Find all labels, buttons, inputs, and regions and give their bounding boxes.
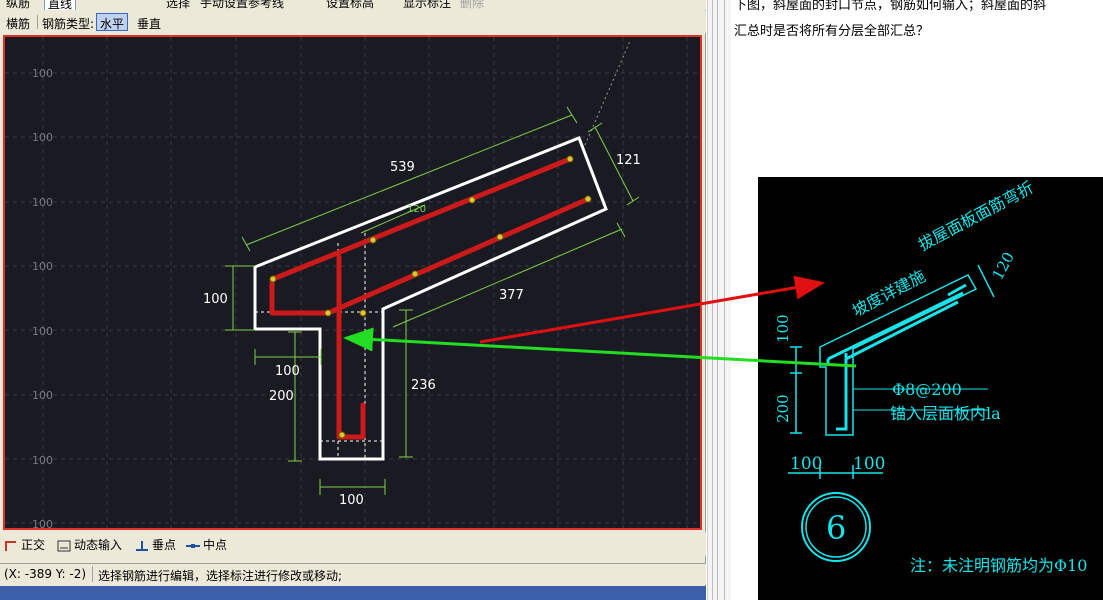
top-toolbar: 纵筋 直线 选择 手动设置参考线 设置标高 显示标注 删除: [0, 0, 706, 10]
dim-100-bottom[interactable]: 100: [339, 493, 364, 508]
heng-jin-button[interactable]: 横筋: [6, 15, 30, 32]
ortho-label: 正交: [21, 538, 46, 552]
status-hint: 选择钢筋进行编辑，选择标注进行修改或移动;: [98, 569, 343, 583]
vertical-option[interactable]: 垂直: [137, 15, 161, 32]
tb-zongjin[interactable]: 纵筋: [6, 0, 30, 10]
dim-small[interactable]: 120: [407, 204, 426, 215]
detail-dim-top: 120: [989, 249, 1018, 283]
detail-text-slope: 坡度详建施: [849, 266, 929, 320]
status-separator: [92, 566, 93, 582]
horizontal-option[interactable]: 水平: [96, 13, 129, 31]
detail-drawing-image: 坡度详建施 拔屋面板面筋弯折 120 100 200 Φ8@200 锚入层面板内…: [758, 177, 1103, 600]
midpoint-toggle[interactable]: 中点: [186, 536, 227, 553]
post-text-line-2: 汇总时是否将所有分层全部汇总？: [734, 24, 930, 39]
window-bottom-edge: [0, 586, 706, 600]
tb-reference-line[interactable]: 手动设置参考线: [200, 0, 284, 10]
perpendicular-label: 垂点: [152, 538, 177, 552]
frame-line: [712, 0, 718, 600]
status-bar: (X: -389 Y: -2) 选择钢筋进行编辑，选择标注进行修改或移动;: [0, 563, 706, 585]
snap-toolbar: 正交 动态输入 垂点 中点: [0, 532, 706, 556]
dynamic-input-icon: [57, 540, 71, 552]
tb-set-elevation[interactable]: 设置标高: [326, 0, 374, 10]
dim-100-left[interactable]: 100: [203, 292, 228, 307]
dim-200[interactable]: 200: [269, 389, 294, 404]
dim-539[interactable]: 539: [390, 160, 415, 175]
perpendicular-toggle[interactable]: 垂点: [135, 536, 176, 553]
section-outline: [253, 136, 608, 461]
question-post: 下图，斜屋面的封口节点，钢筋如何输入；斜屋面的斜 汇总时是否将所有分层全部汇总？: [732, 0, 1103, 600]
dim-121[interactable]: 121: [616, 153, 641, 168]
post-text-line-1: 下图，斜屋面的封口节点，钢筋如何输入；斜屋面的斜: [734, 0, 1047, 13]
grid: [5, 37, 700, 528]
tb-show-labels[interactable]: 显示标注: [403, 0, 451, 10]
midpoint-label: 中点: [203, 538, 228, 552]
rebar-stirrup: [336, 254, 366, 440]
drawing-svg: 100 100 100 100 100 100 100 100 539 121 …: [5, 37, 700, 528]
rebar-type-label: 钢筋类型:: [42, 17, 95, 31]
grid-label: 100: [32, 518, 53, 528]
detail-text-pull: 拔屋面板面筋弯折: [915, 178, 1037, 255]
grid-label: 100: [32, 196, 53, 209]
page-frame-divider: [707, 0, 731, 600]
grid-label: 100: [32, 389, 53, 402]
dynamic-input-label: 动态输入: [74, 538, 123, 552]
tb-line-select[interactable]: 直线: [44, 0, 77, 10]
grid-label: 100: [32, 131, 53, 144]
dim-236[interactable]: 236: [411, 378, 436, 393]
grid-label: 100: [32, 325, 53, 338]
dim-100-bottom-left[interactable]: 100: [275, 364, 300, 379]
coordinate-readout: (X: -389 Y: -2): [4, 567, 87, 581]
ortho-icon: [4, 540, 18, 552]
detail-rebar-spec: Φ8@200: [892, 380, 962, 399]
rebar-type-toolbar: 横筋 钢筋类型: 水平 垂直: [0, 11, 706, 33]
cad-application-window: 纵筋 直线 选择 手动设置参考线 设置标高 显示标注 删除 横筋 钢筋类型: 水…: [0, 0, 706, 600]
rebar-top: [270, 156, 573, 282]
detail-svg: 坡度详建施 拔屋面板面筋弯折 120 100 200 Φ8@200 锚入层面板内…: [774, 178, 1087, 575]
dimension-lines: [225, 106, 640, 495]
detail-note: 注：未注明钢筋均为Φ10: [910, 556, 1087, 575]
detail-dim-100a: 100: [790, 454, 822, 474]
grid-label: 100: [32, 67, 53, 80]
dynamic-input-toggle[interactable]: 动态输入: [57, 536, 122, 553]
perpendicular-icon: [135, 540, 149, 552]
drawing-canvas[interactable]: 100 100 100 100 100 100 100 100 539 121 …: [3, 35, 702, 530]
tb-delete[interactable]: 删除: [460, 0, 484, 10]
detail-dim-100: 100: [774, 314, 792, 343]
frame-line: [724, 0, 728, 600]
detail-hook: [947, 283, 967, 297]
detail-anchor-text: 锚入层面板内la: [890, 404, 1001, 423]
grid-label: 100: [32, 454, 53, 467]
grid-label: 100: [32, 260, 53, 273]
detail-circle-label: 6: [826, 509, 846, 547]
midpoint-icon: [186, 540, 200, 552]
detail-dim-200: 200: [774, 394, 792, 423]
toolbar-separator: [37, 15, 38, 29]
dim-377[interactable]: 377: [499, 288, 524, 303]
detail-dim-100b: 100: [853, 454, 885, 474]
ortho-toggle[interactable]: 正交: [4, 536, 45, 553]
tb-select-button[interactable]: 选择: [166, 0, 190, 10]
